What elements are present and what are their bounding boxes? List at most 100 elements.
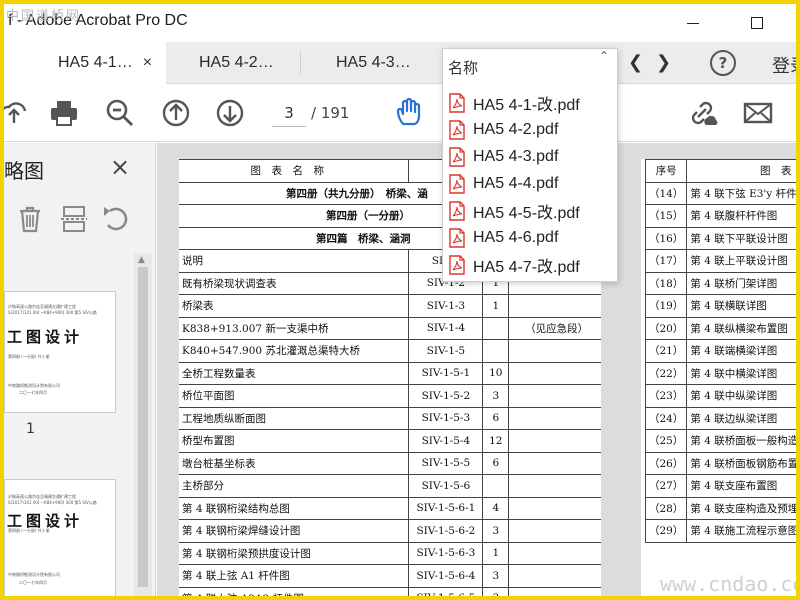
cell-n — [482, 474, 510, 498]
cell-name: 第 4 联边纵梁详图 — [686, 406, 796, 430]
cell-code: SIV-1-5-6-1 — [408, 496, 484, 520]
table-row: （14）第 4 联下弦 E3'y 杆件图 — [644, 181, 796, 205]
cell-no: （26） — [644, 451, 688, 475]
table-row: （29）第 4 联施工流程示意图 — [644, 519, 796, 543]
cell-no: （25） — [644, 429, 688, 453]
cell-no: （29） — [644, 519, 688, 543]
tab-close-button[interactable]: × — [143, 54, 152, 72]
table-row: 工程地质纵断面图 SIV-1-5-3 6 — [179, 406, 601, 430]
file-name: HA5 4-3.pdf — [473, 147, 559, 165]
table-row: （22）第 4 联中横梁详图 — [644, 361, 796, 385]
cell-code: SIV-1-5-6-4 — [408, 564, 484, 588]
delete-page-icon[interactable] — [14, 203, 46, 235]
cell-n: 3 — [482, 384, 510, 408]
pdf-file-icon — [449, 146, 465, 167]
tabs-scroll-left-icon[interactable]: ❮ — [628, 52, 643, 73]
cell-n: 10 — [482, 361, 510, 385]
toolbar: 3 / 191 — [4, 84, 796, 142]
page-number-input[interactable]: 3 — [272, 99, 306, 127]
login-button[interactable]: 登录 — [772, 52, 796, 78]
table-row: （24）第 4 联边纵梁详图 — [644, 406, 796, 430]
tabs-scroll-right-icon[interactable]: ❯ — [656, 52, 671, 73]
page-thumbnail-2[interactable]: 沪陕高速公路京连至福建交通扩建工程 S(2017)141 (K4 ~K84+90… — [4, 479, 116, 596]
cell-name: 工程地质纵断面图 — [179, 406, 410, 430]
tab-ha5-4-2[interactable]: HA5 4-2… — [166, 42, 301, 84]
pdf-file-icon — [449, 200, 465, 221]
page-thumbnails-panel: 略图 × 沪陕高速公路京连至福建交通扩建工程 S(2017)141 (K4 ~K… — [4, 143, 156, 596]
file-list-item[interactable]: HA5 4-2.pdf — [449, 116, 613, 143]
previous-page-icon[interactable] — [160, 97, 192, 129]
cell-no: （24） — [644, 406, 688, 430]
upload-icon[interactable] — [0, 97, 30, 129]
cell-name: 既有桥梁现状调查表 — [179, 271, 410, 295]
table-row: 桥位平面图 SIV-1-5-2 3 — [179, 384, 601, 408]
table-row: （16）第 4 联下平联设计图 — [644, 226, 796, 250]
pdf-file-icon — [449, 92, 465, 113]
cell-n: 6 — [482, 406, 510, 430]
maximize-icon — [751, 17, 763, 29]
cell-code: SIV-1-5-6-2 — [408, 519, 484, 543]
cell-name: 墩台桩基坐标表 — [179, 451, 410, 475]
cell-name: 第 4 联上弦 A2A3 杆件图 — [179, 586, 410, 596]
file-name: HA5 4-5-改.pdf — [473, 204, 580, 222]
cell-name: 桥梁表 — [179, 294, 410, 318]
file-list-item[interactable]: HA5 4-3.pdf — [449, 143, 613, 170]
cell-code: SIV-1-5-3 — [408, 406, 484, 430]
cell-n — [482, 316, 510, 340]
cell-name: 第 4 联纵横梁布置图 — [686, 316, 796, 340]
cell-code: SIV-1-3 — [408, 294, 484, 318]
cell-note — [508, 451, 601, 475]
file-name: HA5 4-4.pdf — [473, 174, 559, 192]
cell-name: 第 4 联腹杆杆件图 — [686, 204, 796, 228]
rotate-page-icon[interactable] — [100, 203, 132, 235]
cell-note: （见应急段） — [508, 316, 601, 340]
title-bar: f - Adobe Acrobat Pro DC 中国道桥网 — [4, 4, 796, 42]
file-list-item[interactable]: HA5 4-4.pdf — [449, 170, 613, 197]
page-thumbnail-1[interactable]: 沪陕高速公路京连至福建交通扩建工程 S(2017)141 (K4 ~K84+90… — [4, 291, 116, 413]
email-icon[interactable] — [742, 97, 774, 129]
cell-name: 主桥部分 — [179, 474, 410, 498]
cell-name: 第 4 联上弦 A1 杆件图 — [179, 564, 410, 588]
table-row: （27）第 4 联支座布置图 — [644, 474, 796, 498]
file-list-item[interactable]: HA5 4-6.pdf — [449, 224, 613, 251]
cell-n — [482, 339, 510, 363]
cell-code: SIV-1-5-6-5 — [408, 586, 484, 596]
cell-no: （17） — [644, 249, 688, 273]
file-list-item[interactable]: HA5 4-5-改.pdf — [449, 197, 613, 224]
file-list-item[interactable]: HA5 4-7-改.pdf — [449, 251, 613, 278]
next-page-icon[interactable] — [214, 97, 246, 129]
table-row: K840+547.900 苏北灌溉总渠特大桥 SIV-1-5 — [179, 339, 601, 363]
table-row: （21）第 4 联端横梁详图 — [644, 339, 796, 363]
scroll-up-icon[interactable]: ▲ — [138, 255, 145, 265]
cell-n: 3 — [482, 586, 510, 596]
scrollbar-thumb[interactable] — [138, 267, 148, 587]
maximize-button[interactable] — [744, 10, 770, 36]
cell-code: SIV-1-5-5 — [408, 451, 484, 475]
cell-name: 第 4 联桥面板一般构造图 — [686, 429, 796, 453]
help-icon[interactable]: ? — [710, 50, 736, 76]
watermark-bottom: www.cndao.com — [660, 572, 796, 596]
minimize-button[interactable] — [680, 10, 706, 36]
zoom-out-icon[interactable] — [104, 97, 136, 129]
thumbnail-page-number: 1 — [26, 421, 35, 437]
header-figure: 图 表 — [686, 159, 796, 183]
cell-note — [508, 519, 601, 543]
panel-close-button[interactable]: × — [110, 153, 130, 181]
thumbnail-scrollbar[interactable]: ▲ — [134, 253, 152, 596]
tab-ha5-4-3[interactable]: HA5 4-3… — [301, 42, 441, 84]
insert-page-icon[interactable] — [58, 203, 90, 235]
print-icon[interactable] — [48, 97, 80, 129]
acrobat-window: f - Adobe Acrobat Pro DC 中国道桥网 HA5 4-1… … — [0, 0, 800, 600]
tab-ha5-4-1[interactable]: HA5 4-1… × — [4, 42, 166, 84]
sort-caret-icon[interactable]: ⌃ — [599, 49, 609, 63]
file-list-item[interactable]: HA5 4-1-改.pdf — [449, 89, 613, 116]
hand-tool-icon[interactable] — [394, 97, 426, 129]
pdf-file-icon — [449, 254, 465, 275]
table-row: （15）第 4 联腹杆杆件图 — [644, 204, 796, 228]
cell-code: SIV-1-5-4 — [408, 429, 484, 453]
watermark-top: 中国道桥网 — [6, 9, 82, 24]
share-link-icon[interactable] — [686, 97, 718, 129]
cell-name: K840+547.900 苏北灌溉总渠特大桥 — [179, 339, 410, 363]
file-name: HA5 4-2.pdf — [473, 120, 559, 138]
table-row: （28）第 4 联支座构造及预埋件 — [644, 496, 796, 520]
